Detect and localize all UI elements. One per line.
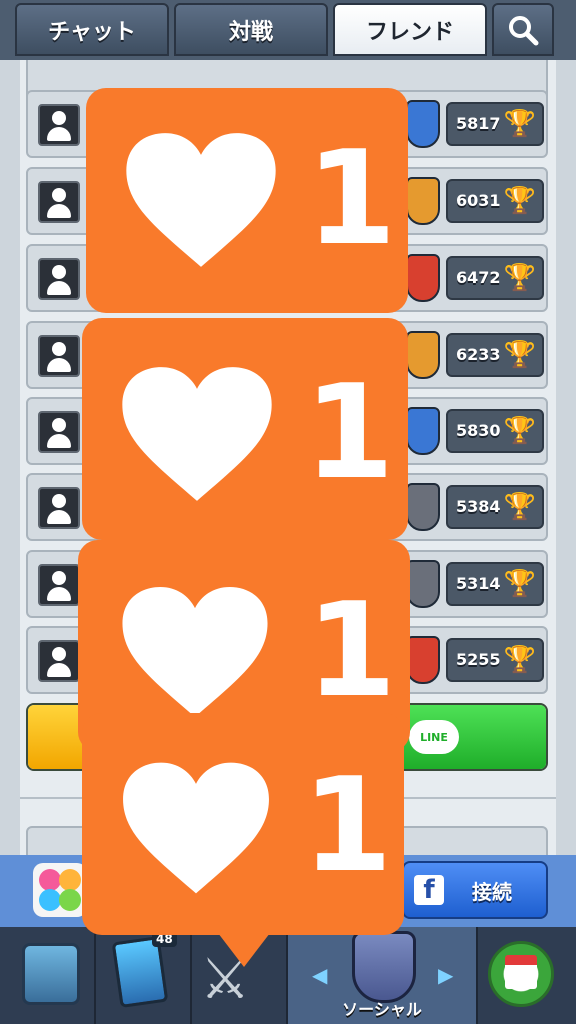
trophy-icon: 🏆 <box>503 340 536 370</box>
trophy-count: 5817 <box>456 114 501 133</box>
avatar <box>38 564 80 606</box>
avatar <box>38 104 80 146</box>
arena-badge-icon <box>406 483 440 531</box>
nav-cards[interactable]: 48 <box>96 927 192 1024</box>
chest-icon <box>22 943 80 1005</box>
nav-right-arrow-icon[interactable]: ▶ <box>438 963 453 987</box>
arena-badge-icon <box>406 636 440 684</box>
trophy-icon: 🏆 <box>503 186 536 216</box>
trophy-icon: 🏆 <box>503 263 536 293</box>
like-count: 1 <box>306 574 397 726</box>
tab-chat[interactable]: チャット <box>15 3 169 56</box>
facebook-connect-button[interactable]: f 接続 <box>402 861 548 919</box>
like-count: 1 <box>304 356 395 508</box>
heart-icon <box>122 367 272 501</box>
arena-badge-icon <box>406 254 440 302</box>
game-center-icon[interactable] <box>33 863 87 917</box>
arena-badge-icon <box>406 560 440 608</box>
arena-badge-icon <box>406 100 440 148</box>
trophy-count-box: 5384 🏆 <box>446 485 544 529</box>
nav-social-label: ソーシャル <box>342 1000 422 1019</box>
nav-social[interactable]: ◀ ▶ ソーシャル <box>288 927 478 1024</box>
like-overlay: 1 <box>86 88 408 313</box>
calendar-icon <box>505 955 537 989</box>
nav-left-arrow-icon[interactable]: ◀ <box>312 963 327 987</box>
social-shield-icon <box>352 931 416 1003</box>
like-overlay: 1 <box>82 713 404 935</box>
like-count: 1 <box>302 749 393 901</box>
facebook-icon: f <box>414 875 444 905</box>
trophy-count: 6233 <box>456 345 501 364</box>
connect-label: 接続 <box>472 879 512 904</box>
trophy-count: 5384 <box>456 497 501 516</box>
trophy-icon: 🏆 <box>503 492 536 522</box>
trophy-count: 6031 <box>456 191 501 210</box>
like-count: 1 <box>306 122 397 274</box>
panel-rail-right <box>556 60 576 855</box>
trophy-icon: 🏆 <box>503 109 536 139</box>
avatar <box>38 640 80 682</box>
tab-battle[interactable]: 対戦 <box>174 3 328 56</box>
heart-icon <box>123 762 269 894</box>
trophy-count-box: 6472 🏆 <box>446 256 544 300</box>
bottom-nav: 48 ⚔ ◀ ▶ ソーシャル <box>0 927 576 1024</box>
trophy-count-box: 5255 🏆 <box>446 638 544 682</box>
trophy-count: 6472 <box>456 268 501 287</box>
arena-badge-icon <box>406 331 440 379</box>
trophy-count: 5830 <box>456 421 501 440</box>
search-button[interactable] <box>492 3 554 56</box>
line-icon: LINE <box>409 720 459 754</box>
trophy-icon: 🏆 <box>503 645 536 675</box>
panel-rail-left <box>0 60 20 855</box>
like-overlay: 1 <box>82 318 408 540</box>
trophy-count-box: 5314 🏆 <box>446 562 544 606</box>
avatar <box>38 258 80 300</box>
heart-icon <box>126 133 276 267</box>
tab-friends[interactable]: フレンド <box>333 3 487 56</box>
trophy-count-box: 5817 🏆 <box>446 102 544 146</box>
avatar <box>38 335 80 377</box>
heart-icon <box>122 587 268 717</box>
search-icon <box>509 15 539 45</box>
avatar <box>38 411 80 453</box>
avatar <box>38 487 80 529</box>
top-tab-bar: チャット 対戦 フレンド <box>0 0 576 60</box>
trophy-icon: 🏆 <box>503 416 536 446</box>
trophy-count: 5255 <box>456 650 501 669</box>
like-overlay-tail <box>218 933 270 967</box>
arena-badge-icon <box>406 177 440 225</box>
avatar <box>38 181 80 223</box>
nav-shop[interactable] <box>0 927 96 1024</box>
trophy-icon: 🏆 <box>503 569 536 599</box>
trophy-count: 5314 <box>456 574 501 593</box>
trophy-count-box: 6233 🏆 <box>446 333 544 377</box>
nav-events[interactable] <box>478 927 576 1024</box>
arena-badge-icon <box>406 407 440 455</box>
trophy-count-box: 5830 🏆 <box>446 409 544 453</box>
trophy-count-box: 6031 🏆 <box>446 179 544 223</box>
